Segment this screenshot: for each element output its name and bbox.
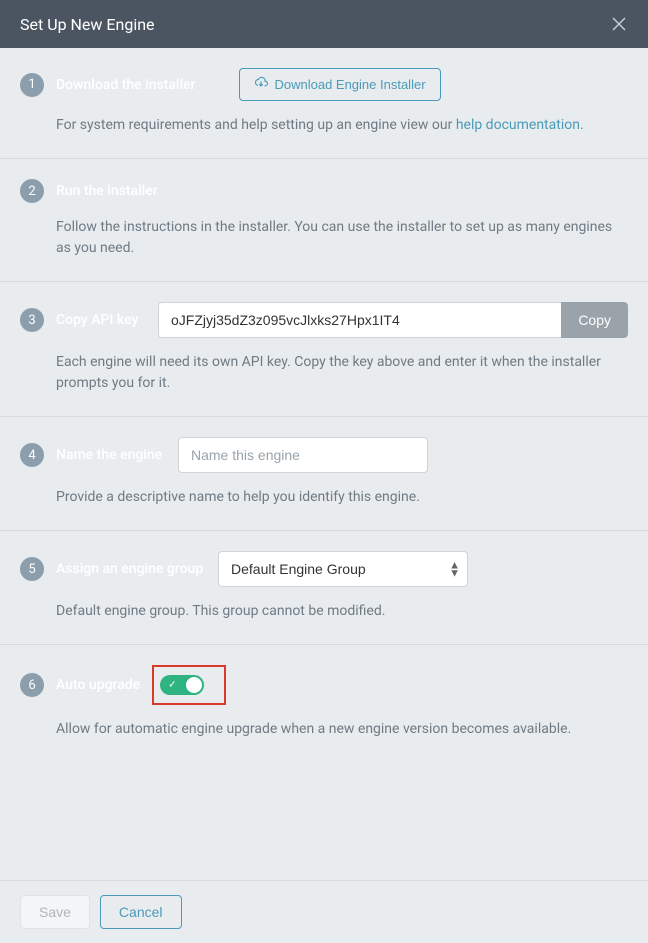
step-description: Allow for automatic engine upgrade when … [56, 719, 628, 740]
step-api-key: 3 Copy API key Copy Each engine will nee… [0, 282, 648, 417]
select-value[interactable]: Default Engine Group [218, 551, 468, 587]
step-auto-upgrade: 6 Auto upgrade ✓ Allow for automatic eng… [0, 645, 648, 762]
highlight-box: ✓ [152, 665, 226, 705]
step-title: Copy API key [56, 312, 146, 328]
step-number: 6 [20, 673, 44, 697]
cancel-button[interactable]: Cancel [100, 895, 182, 929]
step-group: 5 Assign an engine group Default Engine … [0, 531, 648, 645]
api-key-input[interactable] [158, 302, 561, 338]
auto-upgrade-toggle[interactable]: ✓ [160, 675, 204, 695]
engine-name-input[interactable] [178, 437, 428, 473]
download-button-label: Download Engine Installer [274, 77, 425, 92]
desc-text: . [580, 117, 584, 133]
modal-title: Set Up New Engine [20, 15, 155, 34]
step-number: 2 [20, 179, 44, 203]
step-number: 1 [20, 73, 44, 97]
download-installer-button[interactable]: Download Engine Installer [239, 68, 440, 101]
engine-group-select[interactable]: Default Engine Group ▲▼ [218, 551, 468, 587]
modal-header: Set Up New Engine [0, 0, 648, 48]
step-title: Assign an engine group [56, 561, 206, 577]
step-number: 5 [20, 557, 44, 581]
step-description: Provide a descriptive name to help you i… [56, 487, 628, 508]
step-run: 2 Run the installer Follow the instructi… [0, 159, 648, 282]
step-download: 1 Download the installer Download Engine… [0, 48, 648, 159]
step-description: For system requirements and help setting… [56, 115, 628, 136]
step-title: Run the installer [56, 183, 158, 199]
cloud-download-icon [254, 76, 268, 93]
modal-footer: Save Cancel [0, 880, 648, 943]
desc-text: For system requirements and help setting… [56, 117, 456, 133]
check-icon: ✓ [168, 680, 176, 691]
step-description: Each engine will need its own API key. C… [56, 352, 628, 394]
step-title: Download the installer [56, 77, 195, 93]
step-title: Auto upgrade [56, 677, 140, 693]
step-name: 4 Name the engine Provide a descriptive … [0, 417, 648, 531]
close-icon[interactable] [610, 15, 628, 33]
toggle-knob [186, 677, 202, 693]
step-number: 4 [20, 443, 44, 467]
step-title: Name the engine [56, 447, 166, 463]
step-description: Follow the instructions in the installer… [56, 217, 628, 259]
save-button[interactable]: Save [20, 895, 90, 929]
step-description: Default engine group. This group cannot … [56, 601, 628, 622]
setup-engine-modal: Set Up New Engine 1 Download the install… [0, 0, 648, 943]
step-number: 3 [20, 308, 44, 332]
modal-body: 1 Download the installer Download Engine… [0, 48, 648, 880]
help-documentation-link[interactable]: help documentation [456, 117, 580, 133]
copy-api-key-button[interactable]: Copy [561, 302, 628, 338]
